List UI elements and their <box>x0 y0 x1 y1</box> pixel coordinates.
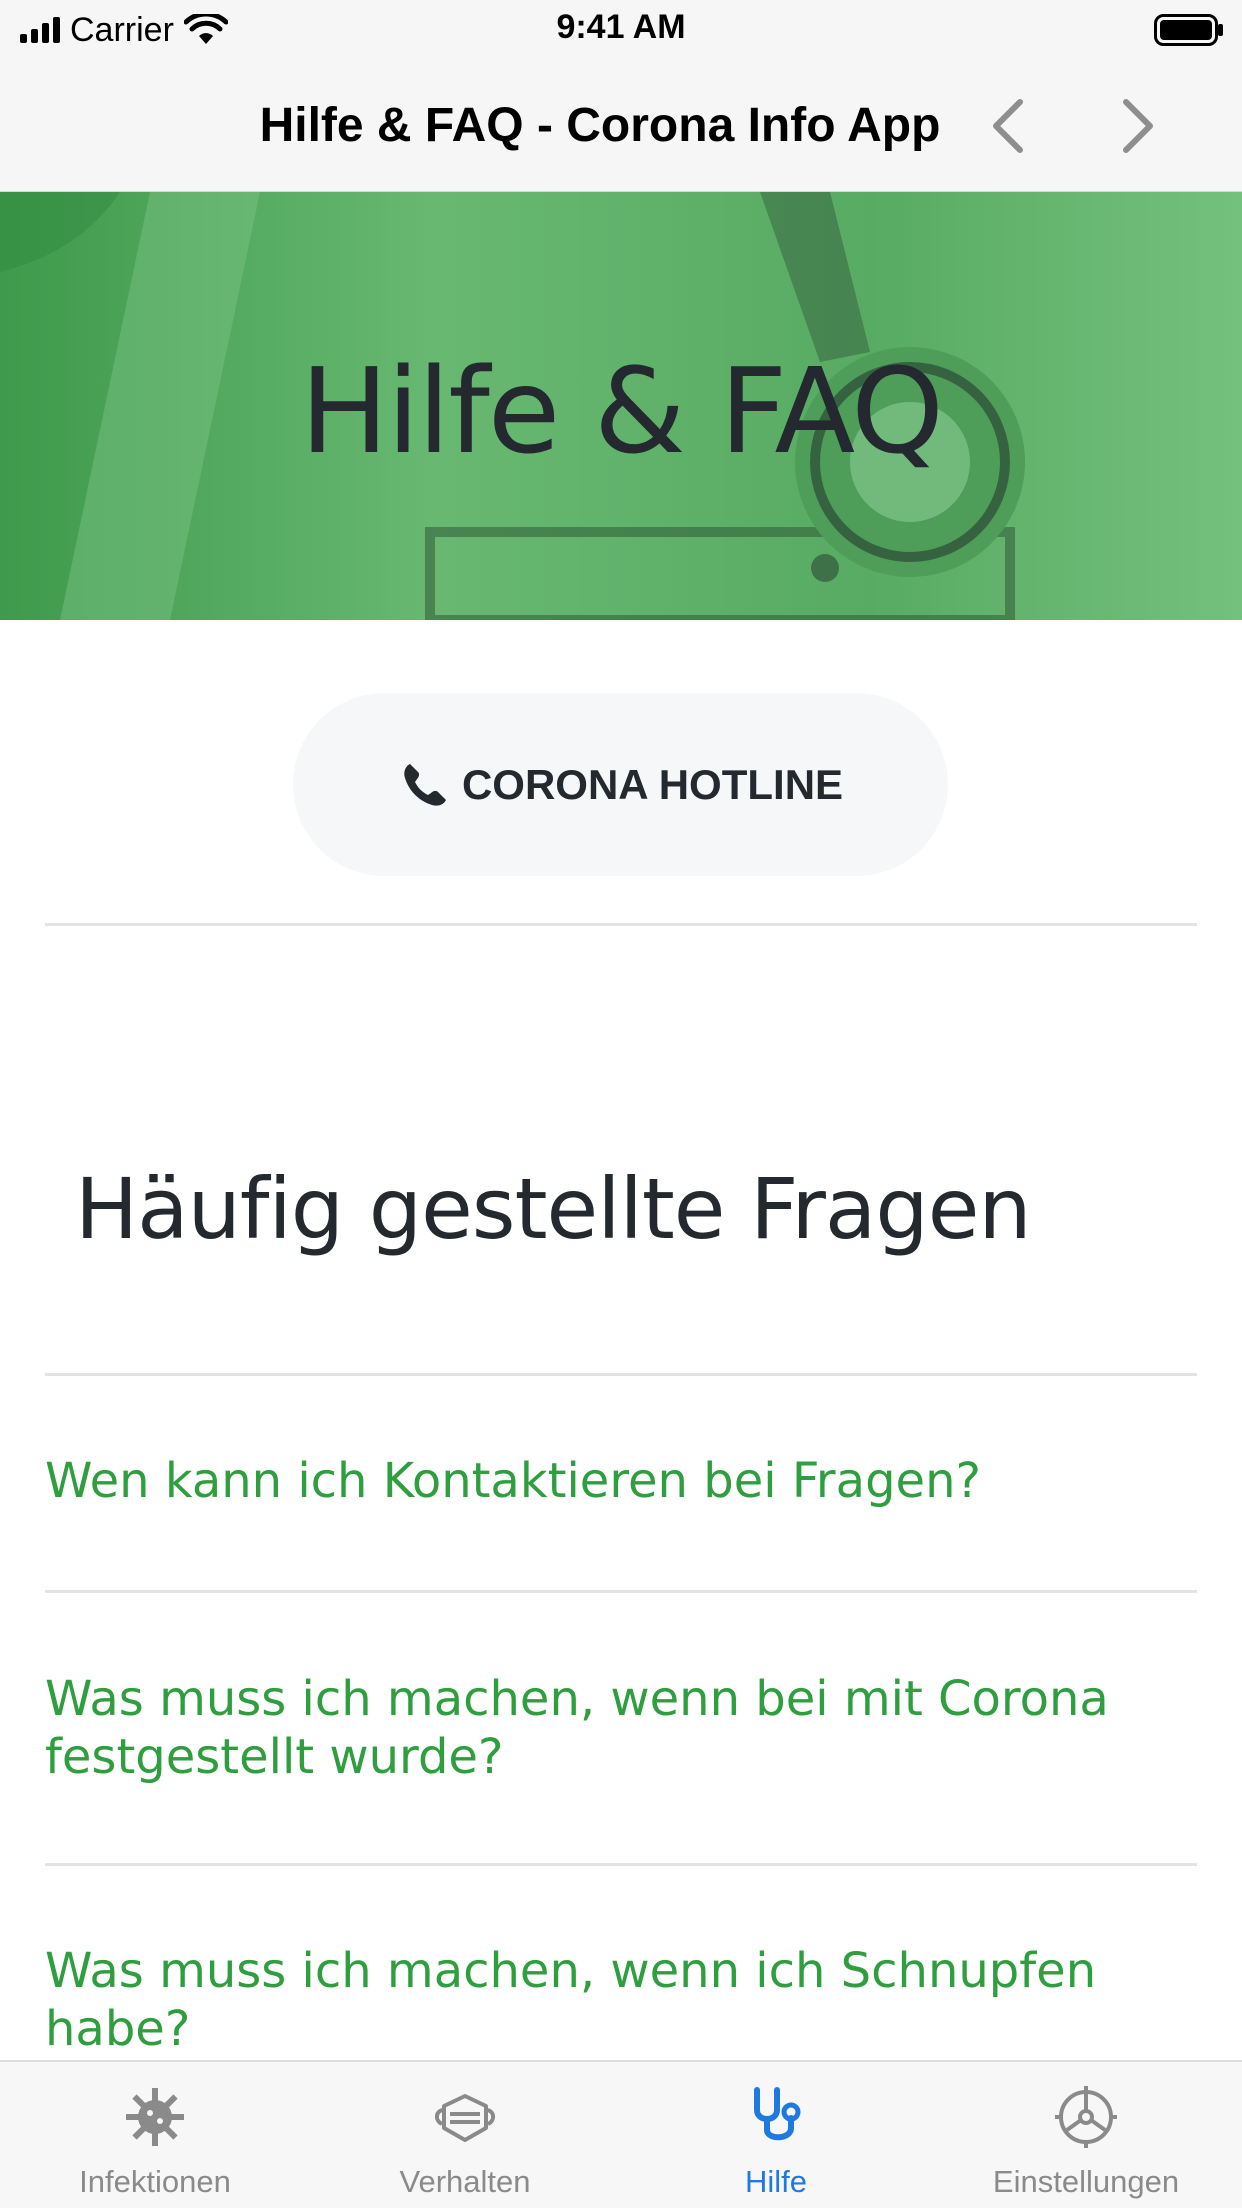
faq-heading: Häufig gestellte Fragen <box>75 1160 1032 1258</box>
tab-einstellungen[interactable]: Einstellungen <box>931 2062 1241 2208</box>
status-bar: Carrier 9:41 AM <box>0 0 1242 60</box>
face-mask-icon <box>435 2094 495 2142</box>
faq-item-contact[interactable]: Wen kann ich Kontaktieren bei Fragen? <box>45 1452 1205 1510</box>
tab-hilfe[interactable]: Hilfe <box>621 2062 931 2208</box>
settings-wheel-icon <box>1055 2086 1117 2148</box>
hotline-label: CORONA HOTLINE <box>461 760 844 808</box>
phone-icon <box>404 763 446 806</box>
chevron-left-icon[interactable] <box>980 94 1040 158</box>
corona-hotline-button[interactable]: CORONA HOTLINE <box>293 693 948 876</box>
tab-verhalten[interactable]: Verhalten <box>310 2062 620 2208</box>
status-time: 9:41 AM <box>556 8 686 46</box>
battery-icon <box>1154 14 1223 46</box>
tab-label: Einstellungen <box>992 2164 1180 2199</box>
stethoscope-icon <box>754 2087 801 2141</box>
hero-title: Hilfe & FAQ <box>299 342 944 480</box>
page-title: Hilfe & FAQ - Corona Info App <box>259 99 941 152</box>
divider <box>45 1590 1197 1593</box>
chevron-right-icon[interactable] <box>1106 94 1166 158</box>
tab-infektionen[interactable]: Infektionen <box>0 2062 310 2208</box>
tab-bar: Infektionen Verhalten Hilfe Einstellunge… <box>0 2060 1242 2208</box>
faq-item-diagnosed[interactable]: Was muss ich machen, wenn bei mit Corona… <box>45 1670 1205 1786</box>
faq-item-cold[interactable]: Was muss ich machen, wenn ich Schnupfen … <box>45 1942 1205 2058</box>
navigation-bar: Hilfe & FAQ - Corona Info App <box>0 60 1242 192</box>
divider <box>45 923 1197 926</box>
tab-label: Infektionen <box>79 2164 231 2199</box>
divider <box>45 1373 1197 1376</box>
tab-label: Hilfe <box>744 2164 807 2199</box>
tab-label: Verhalten <box>399 2164 531 2199</box>
virus-icon <box>126 2088 184 2146</box>
hero-banner: Hilfe & FAQ <box>0 192 1242 620</box>
divider <box>45 1863 1197 1866</box>
